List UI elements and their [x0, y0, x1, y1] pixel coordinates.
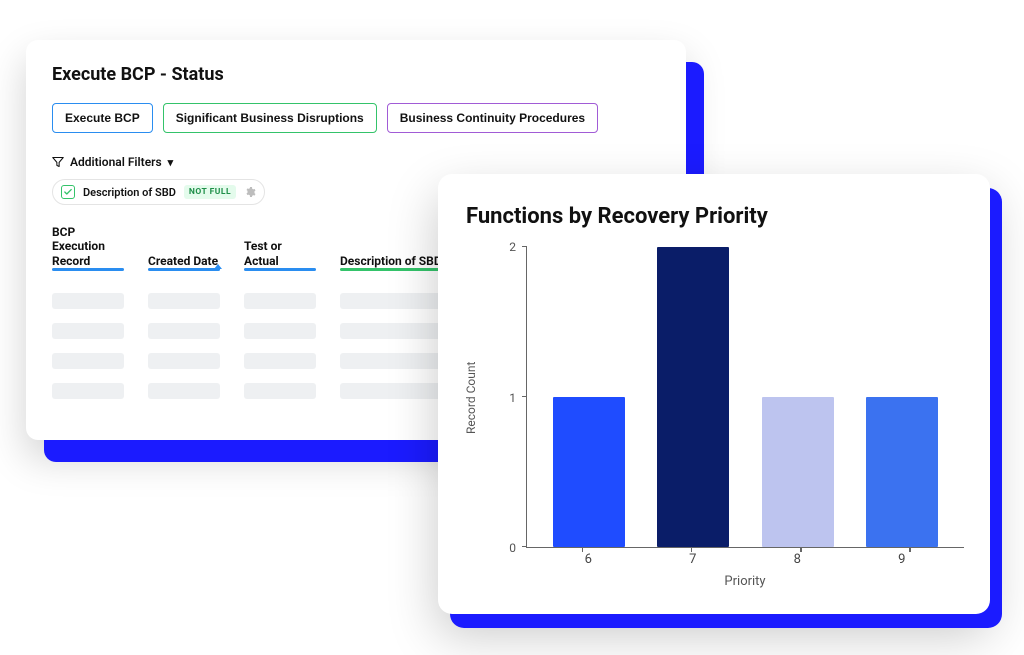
filter-chip-description-of-sbd[interactable]: Description of SBD NOT FULL — [52, 179, 265, 205]
column-label: Description of SBD — [340, 254, 442, 268]
bar-9 — [866, 397, 938, 547]
chart-yticks: 012 — [498, 247, 520, 548]
xtick-label: 8 — [794, 552, 801, 570]
column-created-date[interactable]: Created Date — [148, 254, 220, 279]
table-cell-placeholder — [148, 323, 220, 339]
table-cell-placeholder — [52, 323, 124, 339]
table-cell-placeholder — [244, 323, 316, 339]
checkbox-icon — [61, 185, 75, 199]
funnel-icon — [52, 156, 64, 168]
xtick-label: 7 — [689, 552, 696, 570]
chart-card: Functions by Recovery Priority Record Co… — [438, 174, 990, 614]
gear-icon[interactable] — [244, 186, 256, 198]
chart-title: Functions by Recovery Priority — [466, 204, 964, 229]
bar-6 — [553, 397, 625, 547]
table-cell-placeholder — [52, 383, 124, 399]
page-title: Execute BCP - Status — [52, 64, 660, 85]
table-cell-placeholder — [148, 383, 220, 399]
table-cell-placeholder — [148, 293, 220, 309]
additional-filters-toggle[interactable]: Additional Filters ▾ — [52, 155, 660, 169]
pill-execute-bcp[interactable]: Execute BCP — [52, 103, 153, 133]
chart-xticks: 6 7 8 9 — [526, 548, 964, 570]
category-pills: Execute BCP Significant Business Disrupt… — [52, 103, 660, 133]
column-bcp-execution-record[interactable]: BCP Execution Record — [52, 225, 124, 279]
table-cell-placeholder — [52, 353, 124, 369]
xtick-label: 9 — [898, 552, 905, 570]
column-label: BCP Execution Record — [52, 225, 105, 268]
table-cell-placeholder — [244, 293, 316, 309]
table-cell-placeholder — [52, 293, 124, 309]
table-cell-placeholder — [244, 383, 316, 399]
bar-7 — [657, 247, 729, 547]
chart-xlabel: Priority — [526, 570, 964, 596]
pill-bcp-procedures[interactable]: Business Continuity Procedures — [387, 103, 598, 133]
chart-plot — [526, 247, 964, 548]
additional-filters-label: Additional Filters — [70, 155, 162, 169]
chart-ylabel: Record Count — [464, 247, 492, 548]
filter-chip-label: Description of SBD — [83, 186, 176, 199]
filter-chip-badge: NOT FULL — [184, 185, 236, 199]
table-cell-placeholder — [244, 353, 316, 369]
table-cell-placeholder — [148, 353, 220, 369]
column-label: Test or Actual — [244, 239, 282, 267]
chart-area: Record Count 012 6 7 8 9 Priority — [464, 247, 964, 596]
chevron-down-icon: ▾ — [168, 156, 174, 169]
bar-8 — [762, 397, 834, 547]
column-label: Created Date — [148, 254, 218, 268]
pill-sbd[interactable]: Significant Business Disruptions — [163, 103, 377, 133]
xtick-label: 6 — [585, 552, 592, 570]
chart-bars — [527, 247, 964, 547]
column-test-or-actual[interactable]: Test or Actual — [244, 239, 316, 279]
